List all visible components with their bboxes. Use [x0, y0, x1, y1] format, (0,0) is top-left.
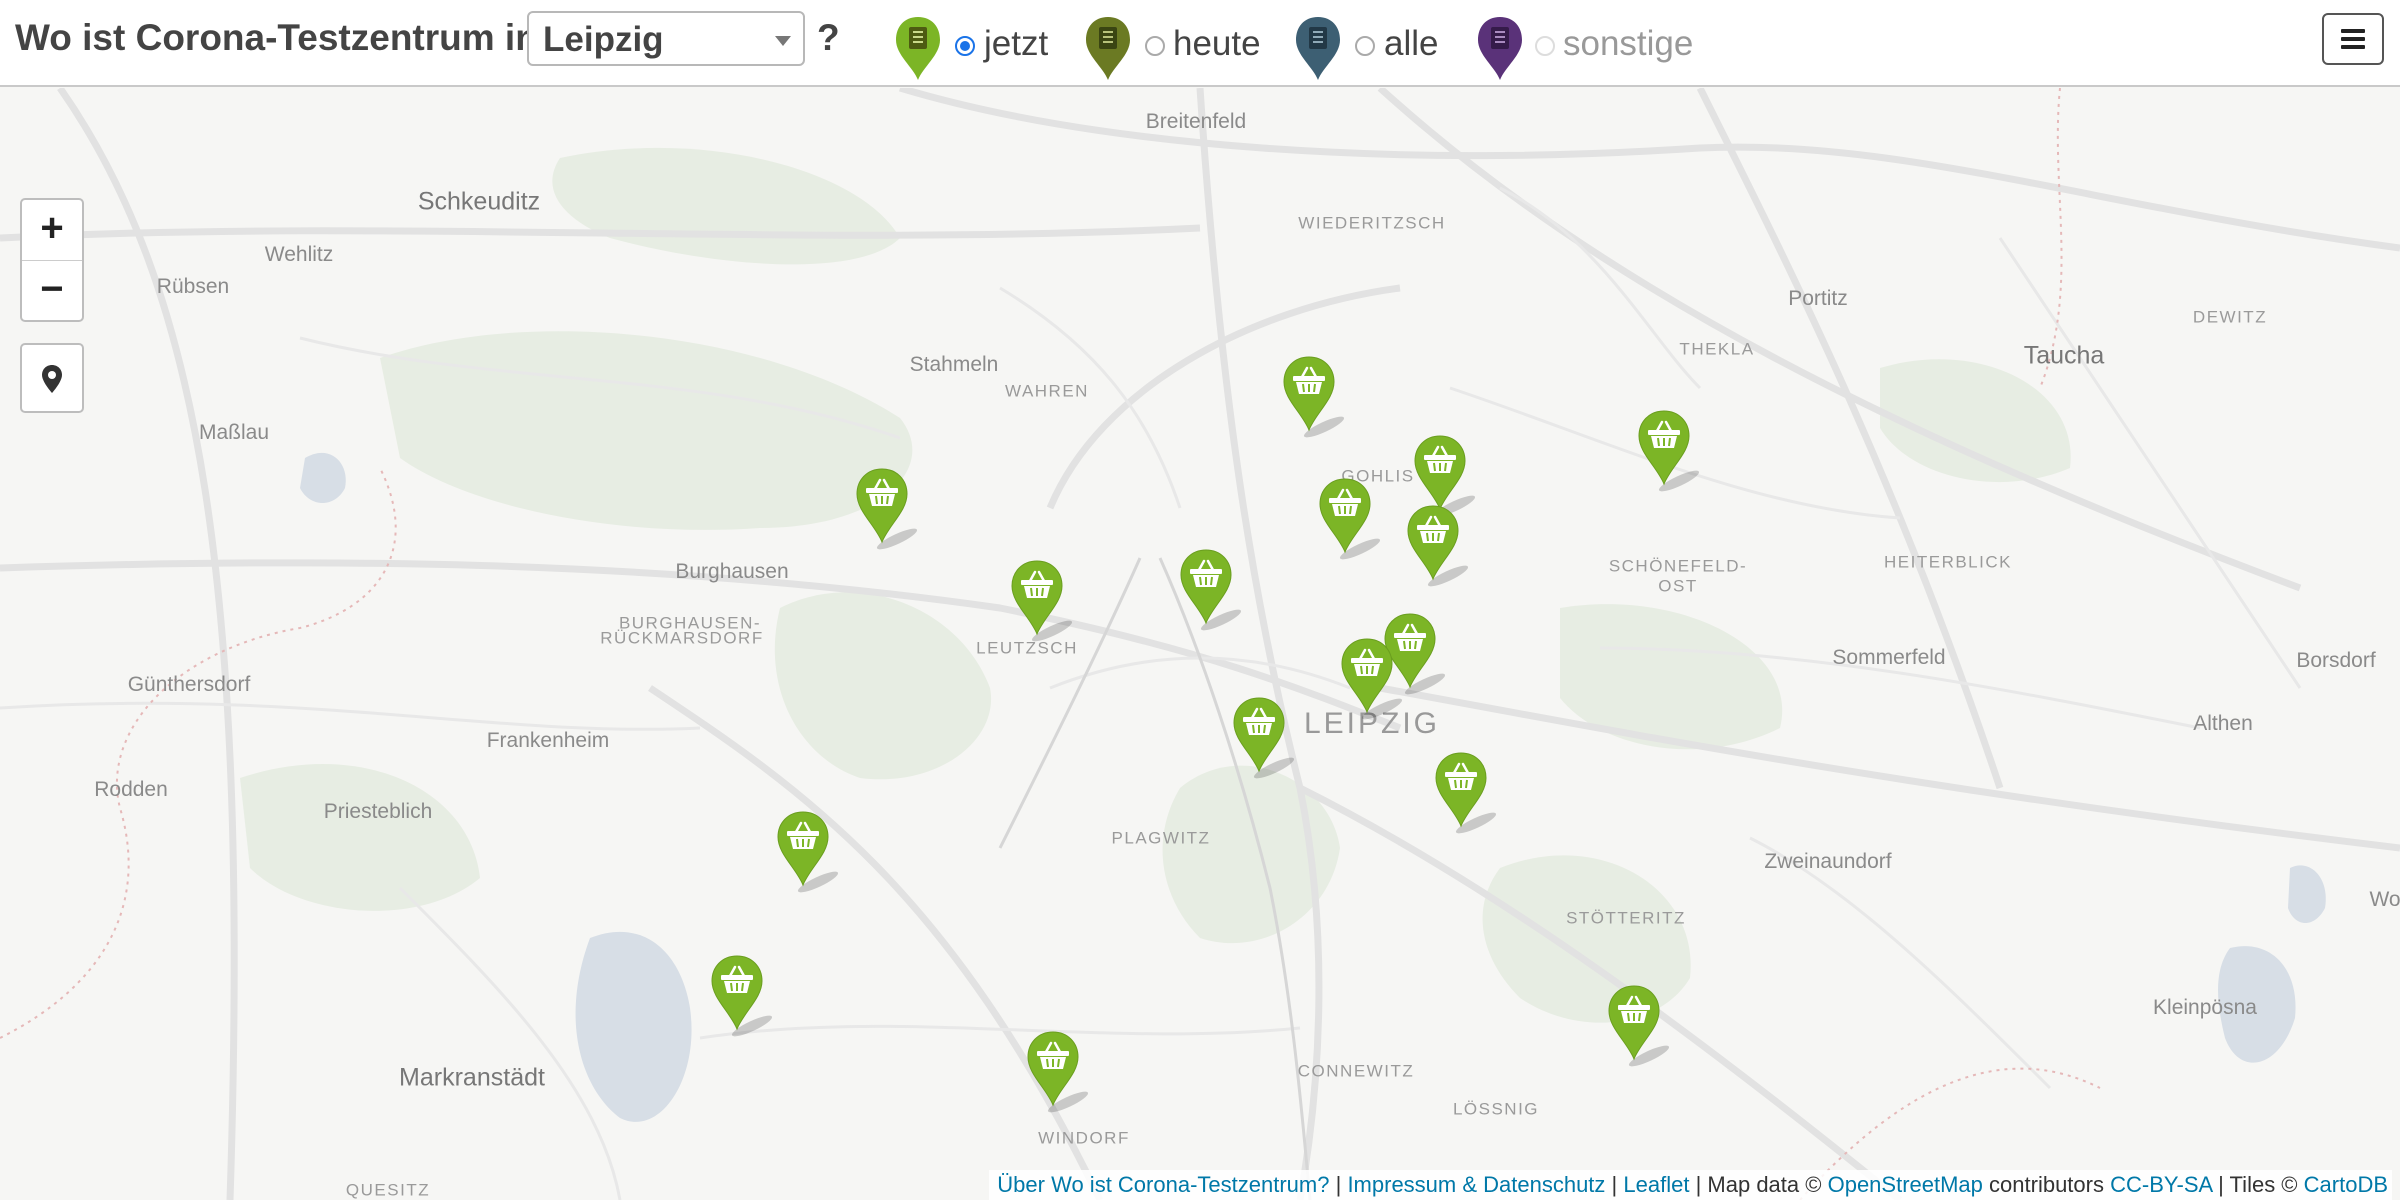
test-center-marker[interactable] [1404, 504, 1469, 587]
top-bar: Wo ist Corona-Testzentrum in Leipzig ? j… [0, 0, 2400, 87]
place-label: Markranstädt [399, 1063, 545, 1092]
map-marker-sonstige-icon [1478, 17, 1522, 80]
place-label: Althen [2193, 712, 2253, 735]
test-center-marker[interactable] [1411, 434, 1476, 517]
test-center-marker[interactable] [1432, 751, 1497, 834]
city-select[interactable]: Leipzig [527, 11, 805, 66]
place-label: WAHREN [1005, 381, 1089, 401]
test-center-marker[interactable] [1177, 548, 1242, 631]
place-label: STÖTTERITZ [1566, 908, 1686, 928]
test-center-marker[interactable] [1605, 984, 1670, 1067]
map-marker-jetzt-icon [896, 17, 940, 80]
attribution-separator: | [1335, 1172, 1342, 1197]
city-select-value: Leipzig [543, 20, 664, 59]
zoom-out-button[interactable]: − [22, 261, 82, 321]
radio-jetzt[interactable] [955, 36, 975, 56]
place-label: OST [1658, 576, 1698, 596]
about-link[interactable]: Über Wo ist Corona-Testzentrum? [997, 1172, 1329, 1197]
test-center-marker[interactable] [1230, 696, 1295, 779]
radio-heute[interactable] [1145, 36, 1165, 56]
map-pin-icon [42, 365, 62, 393]
place-label: Priesteblich [323, 800, 433, 823]
place-label: Breitenfeld [1145, 110, 1247, 133]
place-label: Schkeuditz [417, 187, 541, 216]
question-mark: ? [817, 17, 840, 58]
map-attribution: Über Wo ist Corona-Testzentrum? | Impres… [989, 1170, 2392, 1200]
filter-heute-label: heute [1173, 24, 1261, 63]
place-label: RÜCKMARSDORF [600, 628, 764, 648]
impressum-link[interactable]: Impressum & Datenschutz [1347, 1172, 1605, 1197]
place-label: Rübsen [156, 275, 230, 298]
place-label: Sommerfeld [1832, 646, 1946, 669]
radio-sonstige[interactable] [1535, 36, 1555, 56]
filter-jetzt-label: jetzt [984, 24, 1049, 63]
menu-button[interactable] [2322, 13, 2384, 65]
place-label: QUESITZ [345, 1180, 431, 1200]
place-label: Stahmeln [909, 353, 999, 376]
place-label: Burghausen [675, 560, 789, 583]
place-label: Rodden [94, 778, 168, 801]
place-label: WINDORF [1038, 1128, 1130, 1148]
openstreetmap-link[interactable]: OpenStreetMap [1828, 1172, 1983, 1197]
attribution-text: | Tiles © [2218, 1172, 2298, 1197]
place-label: LÖSSNIG [1452, 1099, 1540, 1119]
place-label: Maßlau [198, 421, 270, 444]
place-label: PLAGWITZ [1111, 828, 1211, 848]
attribution-separator: | [1611, 1172, 1618, 1197]
chevron-down-icon [775, 36, 791, 46]
place-label: Frankenheim [486, 729, 610, 752]
map-basemap [0, 88, 2400, 1200]
map-marker-alle-icon [1296, 17, 1340, 80]
test-center-marker[interactable] [774, 810, 839, 893]
place-label: Wehlitz [264, 243, 334, 266]
license-link[interactable]: CC-BY-SA [2110, 1172, 2212, 1197]
place-label: Taucha [2023, 341, 2105, 370]
test-center-marker[interactable] [1338, 637, 1403, 720]
place-label: Günthersdorf [127, 673, 251, 696]
zoom-control: + − [20, 198, 84, 322]
radio-alle[interactable] [1355, 36, 1375, 56]
test-center-marker[interactable] [1635, 409, 1700, 492]
place-label: SCHÖNEFELD- [1608, 556, 1748, 576]
place-label: WIEDERITZSCH [1298, 213, 1446, 233]
test-center-marker[interactable] [708, 954, 773, 1037]
filter-alle-label: alle [1384, 24, 1439, 63]
place-label: CONNEWITZ [1297, 1061, 1415, 1081]
filter-alle[interactable]: alle [1293, 15, 1443, 80]
test-center-marker[interactable] [853, 467, 918, 550]
place-label: Kleinpösna [2153, 996, 2257, 1019]
cartodb-link[interactable]: CartoDB [2304, 1172, 2388, 1197]
filter-sonstige[interactable]: sonstige [1475, 15, 1695, 80]
filter-jetzt[interactable]: jetzt [893, 15, 1048, 80]
filter-heute[interactable]: heute [1083, 15, 1263, 80]
page-title: Wo ist Corona-Testzentrum in [15, 17, 538, 58]
test-center-marker[interactable] [1280, 355, 1345, 438]
place-label: HEITERBLICK [1884, 552, 2012, 572]
filter-sonstige-label: sonstige [1563, 24, 1694, 63]
leaflet-link[interactable]: Leaflet [1623, 1172, 1689, 1197]
map-view[interactable]: Breitenfeld Schkeuditz WIEDERITZSCH Wehl… [0, 88, 2400, 1200]
place-label: THEKLA [1679, 339, 1755, 359]
place-label: Zweinaundorf [1764, 850, 1892, 873]
attribution-text: | Map data © [1695, 1172, 1822, 1197]
place-label: Portitz [1788, 287, 1848, 310]
locate-button[interactable] [20, 343, 84, 413]
place-label: LEUTZSCH [976, 638, 1078, 658]
attribution-text: contributors [1989, 1172, 2104, 1197]
test-center-marker[interactable] [1024, 1030, 1089, 1113]
test-center-marker[interactable] [1008, 559, 1073, 642]
map-marker-heute-icon [1086, 17, 1130, 80]
place-label: DEWITZ [2192, 307, 2268, 327]
test-center-marker[interactable] [1316, 477, 1381, 560]
place-label: Borsdorf [2296, 649, 2376, 672]
place-label: Wo [2369, 888, 2400, 911]
zoom-in-button[interactable]: + [22, 200, 82, 261]
